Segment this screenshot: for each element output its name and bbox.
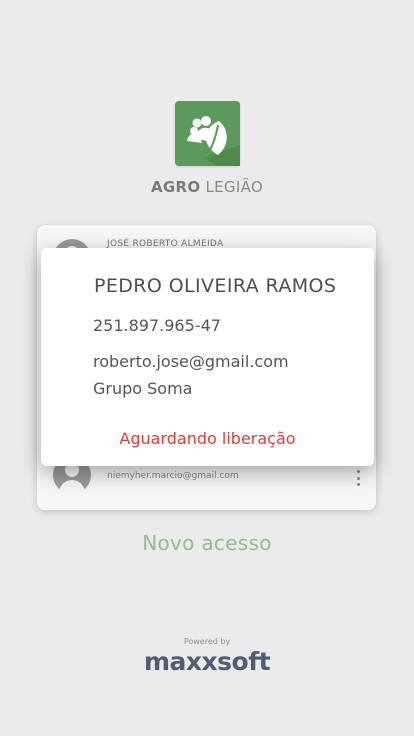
account-email: niemyher.marcio@gmail.com: [107, 471, 239, 481]
app-logo: [175, 101, 240, 166]
more-vert-icon[interactable]: [356, 470, 360, 486]
account-name: PEDRO OLIVEIRA RAMOS: [94, 275, 337, 297]
account-status: Aguardando liberação: [119, 429, 296, 448]
new-access-button[interactable]: Novo acesso: [0, 531, 414, 555]
powered-by-label: Powered by: [183, 637, 231, 646]
account-group: Grupo Soma: [93, 379, 193, 398]
account-details-card: PEDRO OLIVEIRA RAMOS 251.897.965-47 robe…: [41, 248, 374, 466]
maxxsoft-logo: maxxsoft: [143, 647, 271, 676]
brand-title: AGRO LEGIÃO: [0, 178, 414, 196]
brand-name-bold: AGRO: [150, 178, 201, 196]
leaf-people-icon: [187, 116, 240, 166]
account-email: roberto.jose@gmail.com: [93, 352, 289, 371]
brand-name-light: LEGIÃO: [205, 178, 263, 196]
account-cpf: 251.897.965-47: [93, 316, 221, 335]
